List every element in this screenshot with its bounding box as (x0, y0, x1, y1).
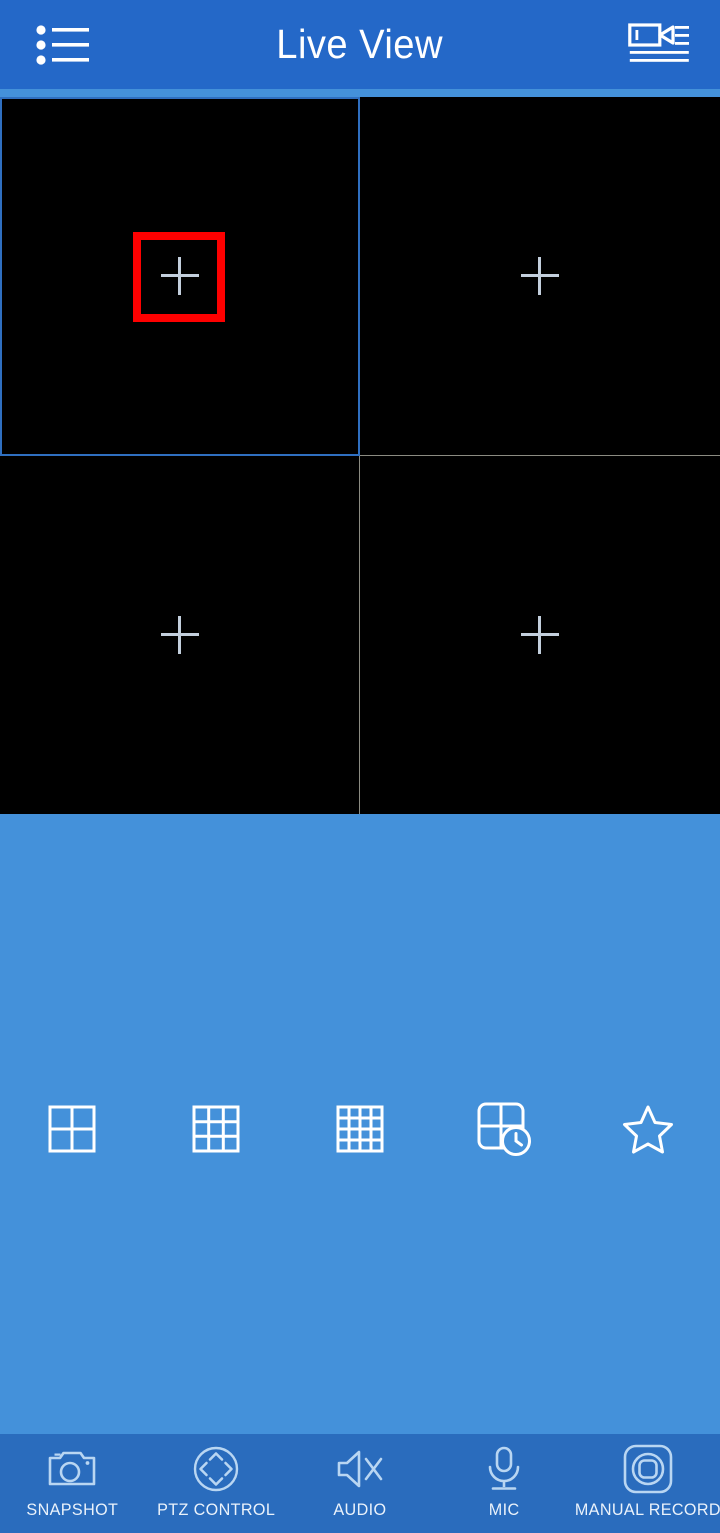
mic-button[interactable]: MIC (432, 1434, 576, 1533)
snapshot-button[interactable]: SNAPSHOT (0, 1434, 144, 1533)
header-divider-strip (0, 89, 720, 97)
control-panel (0, 814, 720, 1434)
bottom-toolbar: SNAPSHOT PTZ CONTROL AUDIO MIC MANUAL RE… (0, 1434, 720, 1533)
star-icon (623, 1105, 673, 1154)
page-title: Live View (276, 21, 444, 67)
favorites-button[interactable] (576, 1084, 720, 1174)
grid-4x4-icon (336, 1105, 384, 1153)
speaker-mute-icon (335, 1442, 385, 1496)
list-menu-icon (36, 25, 89, 65)
ptz-control-button[interactable]: PTZ CONTROL (144, 1434, 288, 1533)
video-cell-2[interactable] (360, 97, 720, 456)
ptz-dpad-icon (192, 1442, 240, 1496)
record-icon (622, 1442, 674, 1496)
grid-clock-icon (477, 1102, 531, 1156)
layout-4x4-button[interactable] (288, 1084, 432, 1174)
toolbar-strip: SNAPSHOT PTZ CONTROL AUDIO MIC MANUAL RE… (0, 1434, 720, 1533)
plus-icon (161, 257, 199, 296)
video-cell-3[interactable] (0, 455, 360, 814)
camera-list-icon (628, 23, 689, 62)
plus-icon (521, 256, 559, 295)
device-list-button[interactable] (616, 14, 702, 76)
grid-2x2-icon (48, 1105, 96, 1153)
plus-icon (521, 615, 559, 654)
layout-options-row (0, 1084, 720, 1174)
layout-playback-button[interactable] (432, 1084, 576, 1174)
video-cell-1[interactable] (0, 97, 360, 456)
audio-button[interactable]: AUDIO (288, 1434, 432, 1533)
grid-3x3-icon (192, 1105, 240, 1153)
layout-2x2-button[interactable] (0, 1084, 144, 1174)
camera-icon (47, 1442, 97, 1496)
app-header: Live View (0, 0, 720, 89)
live-view-screen: Live View SNAPSHOT PTZ CONTROL AUDIO MIC… (0, 0, 720, 1533)
manual-record-label: MANUAL RECORD (574, 1500, 720, 1519)
video-cell-4[interactable] (360, 455, 720, 814)
mic-label: MIC (488, 1500, 520, 1519)
layout-3x3-button[interactable] (144, 1084, 288, 1174)
manual-record-button[interactable]: MANUAL RECORD (574, 1434, 720, 1533)
plus-icon (160, 615, 199, 654)
ptz-control-label: PTZ CONTROL (156, 1500, 276, 1519)
audio-label: AUDIO (333, 1500, 387, 1519)
video-grid (0, 97, 720, 814)
snapshot-label: SNAPSHOT (26, 1500, 118, 1519)
microphone-icon (484, 1442, 524, 1496)
menu-button[interactable] (22, 14, 104, 76)
